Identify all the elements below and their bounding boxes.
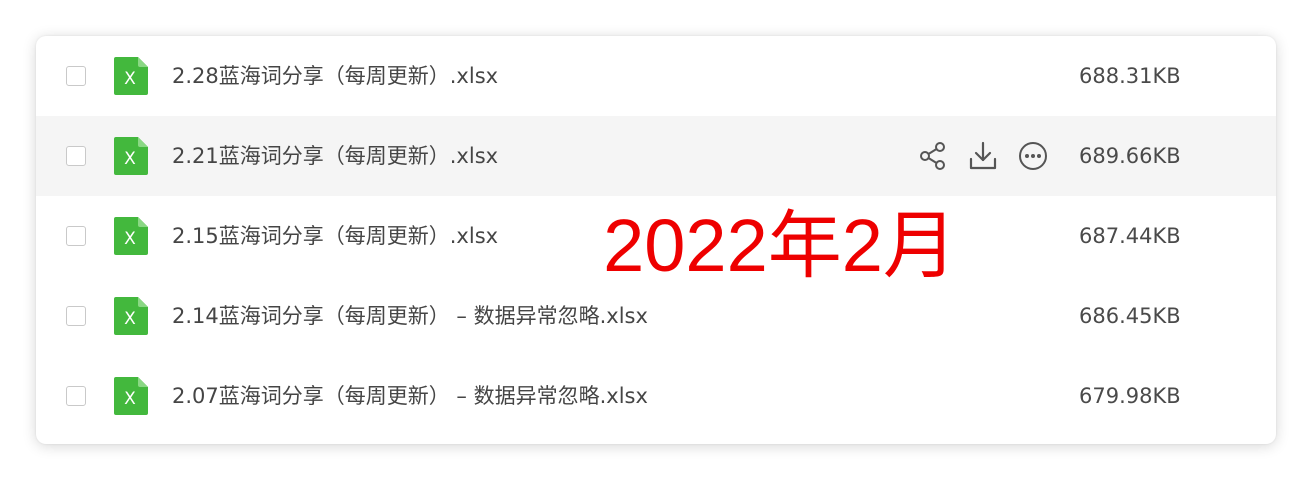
file-row[interactable]: X 2.28蓝海词分享（每周更新）.xlsx 688.31KB xyxy=(36,36,1276,116)
row-checkbox[interactable] xyxy=(66,386,86,406)
file-icon-letter: X xyxy=(124,69,136,89)
excel-file-icon: X xyxy=(114,297,148,335)
file-row[interactable]: X 2.07蓝海词分享（每周更新） – 数据异常忽略.xlsx 679.98KB xyxy=(36,356,1276,436)
row-checkbox[interactable] xyxy=(66,226,86,246)
file-size: 689.66KB xyxy=(1079,144,1181,168)
row-checkbox[interactable] xyxy=(66,146,86,166)
file-name[interactable]: 2.21蓝海词分享（每周更新）.xlsx xyxy=(172,116,498,196)
date-overlay-label: 2022年2月 xyxy=(574,196,986,296)
file-name[interactable]: 2.15蓝海词分享（每周更新）.xlsx xyxy=(172,196,498,276)
share-icon xyxy=(920,142,945,170)
download-icon xyxy=(969,141,997,170)
file-size: 688.31KB xyxy=(1079,64,1181,88)
file-icon-letter: X xyxy=(124,149,136,169)
more-icon xyxy=(1019,142,1047,170)
excel-file-icon: X xyxy=(114,57,148,95)
file-icon-letter: X xyxy=(124,229,136,249)
row-checkbox[interactable] xyxy=(66,306,86,326)
share-button[interactable] xyxy=(916,139,950,173)
row-checkbox[interactable] xyxy=(66,66,86,86)
file-name[interactable]: 2.28蓝海词分享（每周更新）.xlsx xyxy=(172,36,498,116)
row-actions xyxy=(916,139,1050,173)
file-size: 679.98KB xyxy=(1079,384,1181,408)
file-icon-letter: X xyxy=(124,309,136,329)
excel-file-icon: X xyxy=(114,217,148,255)
download-button[interactable] xyxy=(966,139,1000,173)
more-button[interactable] xyxy=(1016,139,1050,173)
file-size: 686.45KB xyxy=(1079,304,1181,328)
file-row[interactable]: X 2.21蓝海词分享（每周更新）.xlsx 689.66KB xyxy=(36,116,1276,196)
file-icon-letter: X xyxy=(124,389,136,409)
file-name[interactable]: 2.07蓝海词分享（每周更新） – 数据异常忽略.xlsx xyxy=(172,356,648,436)
excel-file-icon: X xyxy=(114,377,148,415)
excel-file-icon: X xyxy=(114,137,148,175)
file-size: 687.44KB xyxy=(1079,224,1181,248)
